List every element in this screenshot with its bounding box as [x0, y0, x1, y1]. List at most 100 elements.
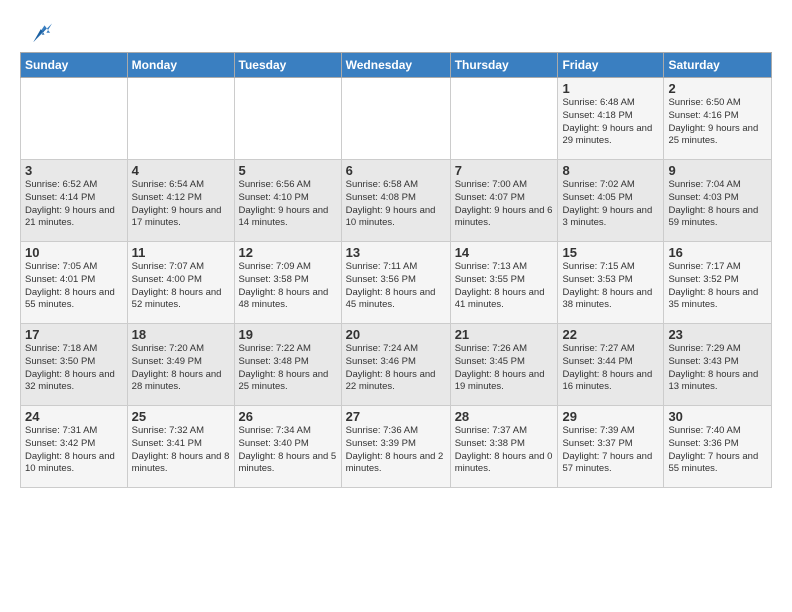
calendar-cell: 10Sunrise: 7:05 AMSunset: 4:01 PMDayligh… — [21, 242, 128, 324]
calendar-cell — [127, 78, 234, 160]
day-number: 11 — [132, 245, 230, 260]
calendar-table: SundayMondayTuesdayWednesdayThursdayFrid… — [20, 52, 772, 488]
day-info: Sunrise: 7:36 AMSunset: 3:39 PMDaylight:… — [346, 425, 446, 476]
day-info: Sunrise: 6:50 AMSunset: 4:16 PMDaylight:… — [668, 97, 767, 148]
calendar-cell: 13Sunrise: 7:11 AMSunset: 3:56 PMDayligh… — [341, 242, 450, 324]
calendar-cell: 30Sunrise: 7:40 AMSunset: 3:36 PMDayligh… — [664, 406, 772, 488]
day-info: Sunrise: 6:54 AMSunset: 4:12 PMDaylight:… — [132, 179, 230, 230]
calendar-cell: 12Sunrise: 7:09 AMSunset: 3:58 PMDayligh… — [234, 242, 341, 324]
header-day-thursday: Thursday — [450, 53, 558, 78]
calendar-cell: 6Sunrise: 6:58 AMSunset: 4:08 PMDaylight… — [341, 160, 450, 242]
calendar-cell: 24Sunrise: 7:31 AMSunset: 3:42 PMDayligh… — [21, 406, 128, 488]
day-info: Sunrise: 7:37 AMSunset: 3:38 PMDaylight:… — [455, 425, 554, 476]
calendar-header-row: SundayMondayTuesdayWednesdayThursdayFrid… — [21, 53, 772, 78]
day-info: Sunrise: 7:24 AMSunset: 3:46 PMDaylight:… — [346, 343, 446, 394]
header-day-friday: Friday — [558, 53, 664, 78]
day-info: Sunrise: 7:13 AMSunset: 3:55 PMDaylight:… — [455, 261, 554, 312]
day-number: 8 — [562, 163, 659, 178]
day-number: 13 — [346, 245, 446, 260]
day-info: Sunrise: 7:04 AMSunset: 4:03 PMDaylight:… — [668, 179, 767, 230]
day-number: 20 — [346, 327, 446, 342]
day-number: 7 — [455, 163, 554, 178]
day-number: 10 — [25, 245, 123, 260]
day-info: Sunrise: 7:17 AMSunset: 3:52 PMDaylight:… — [668, 261, 767, 312]
day-number: 21 — [455, 327, 554, 342]
day-info: Sunrise: 7:40 AMSunset: 3:36 PMDaylight:… — [668, 425, 767, 476]
day-number: 30 — [668, 409, 767, 424]
calendar-cell: 19Sunrise: 7:22 AMSunset: 3:48 PMDayligh… — [234, 324, 341, 406]
day-number: 2 — [668, 81, 767, 96]
day-info: Sunrise: 7:18 AMSunset: 3:50 PMDaylight:… — [25, 343, 123, 394]
day-number: 9 — [668, 163, 767, 178]
day-info: Sunrise: 7:15 AMSunset: 3:53 PMDaylight:… — [562, 261, 659, 312]
header — [20, 16, 772, 44]
header-day-wednesday: Wednesday — [341, 53, 450, 78]
calendar-cell: 22Sunrise: 7:27 AMSunset: 3:44 PMDayligh… — [558, 324, 664, 406]
day-number: 4 — [132, 163, 230, 178]
calendar-cell: 11Sunrise: 7:07 AMSunset: 4:00 PMDayligh… — [127, 242, 234, 324]
day-number: 29 — [562, 409, 659, 424]
calendar-week-5: 24Sunrise: 7:31 AMSunset: 3:42 PMDayligh… — [21, 406, 772, 488]
day-number: 24 — [25, 409, 123, 424]
calendar-cell: 27Sunrise: 7:36 AMSunset: 3:39 PMDayligh… — [341, 406, 450, 488]
day-info: Sunrise: 7:29 AMSunset: 3:43 PMDaylight:… — [668, 343, 767, 394]
calendar-cell: 9Sunrise: 7:04 AMSunset: 4:03 PMDaylight… — [664, 160, 772, 242]
calendar-week-4: 17Sunrise: 7:18 AMSunset: 3:50 PMDayligh… — [21, 324, 772, 406]
day-info: Sunrise: 7:07 AMSunset: 4:00 PMDaylight:… — [132, 261, 230, 312]
day-number: 16 — [668, 245, 767, 260]
calendar-cell — [21, 78, 128, 160]
calendar-cell: 5Sunrise: 6:56 AMSunset: 4:10 PMDaylight… — [234, 160, 341, 242]
day-info: Sunrise: 7:05 AMSunset: 4:01 PMDaylight:… — [25, 261, 123, 312]
day-info: Sunrise: 7:09 AMSunset: 3:58 PMDaylight:… — [239, 261, 337, 312]
header-day-monday: Monday — [127, 53, 234, 78]
day-number: 26 — [239, 409, 337, 424]
day-number: 25 — [132, 409, 230, 424]
calendar-week-3: 10Sunrise: 7:05 AMSunset: 4:01 PMDayligh… — [21, 242, 772, 324]
day-info: Sunrise: 7:31 AMSunset: 3:42 PMDaylight:… — [25, 425, 123, 476]
calendar-cell: 7Sunrise: 7:00 AMSunset: 4:07 PMDaylight… — [450, 160, 558, 242]
day-number: 27 — [346, 409, 446, 424]
calendar-cell: 16Sunrise: 7:17 AMSunset: 3:52 PMDayligh… — [664, 242, 772, 324]
calendar-cell: 21Sunrise: 7:26 AMSunset: 3:45 PMDayligh… — [450, 324, 558, 406]
calendar-cell: 20Sunrise: 7:24 AMSunset: 3:46 PMDayligh… — [341, 324, 450, 406]
day-info: Sunrise: 7:34 AMSunset: 3:40 PMDaylight:… — [239, 425, 337, 476]
day-info: Sunrise: 7:27 AMSunset: 3:44 PMDaylight:… — [562, 343, 659, 394]
calendar-cell: 29Sunrise: 7:39 AMSunset: 3:37 PMDayligh… — [558, 406, 664, 488]
calendar-cell — [341, 78, 450, 160]
calendar-week-2: 3Sunrise: 6:52 AMSunset: 4:14 PMDaylight… — [21, 160, 772, 242]
logo-icon — [24, 16, 52, 44]
day-info: Sunrise: 7:11 AMSunset: 3:56 PMDaylight:… — [346, 261, 446, 312]
calendar-cell: 3Sunrise: 6:52 AMSunset: 4:14 PMDaylight… — [21, 160, 128, 242]
header-day-sunday: Sunday — [21, 53, 128, 78]
day-info: Sunrise: 7:02 AMSunset: 4:05 PMDaylight:… — [562, 179, 659, 230]
day-info: Sunrise: 7:39 AMSunset: 3:37 PMDaylight:… — [562, 425, 659, 476]
day-number: 18 — [132, 327, 230, 342]
calendar-cell — [234, 78, 341, 160]
day-number: 28 — [455, 409, 554, 424]
day-number: 3 — [25, 163, 123, 178]
calendar-cell: 2Sunrise: 6:50 AMSunset: 4:16 PMDaylight… — [664, 78, 772, 160]
header-day-saturday: Saturday — [664, 53, 772, 78]
day-info: Sunrise: 7:22 AMSunset: 3:48 PMDaylight:… — [239, 343, 337, 394]
day-info: Sunrise: 7:26 AMSunset: 3:45 PMDaylight:… — [455, 343, 554, 394]
day-number: 19 — [239, 327, 337, 342]
day-info: Sunrise: 6:56 AMSunset: 4:10 PMDaylight:… — [239, 179, 337, 230]
day-info: Sunrise: 7:20 AMSunset: 3:49 PMDaylight:… — [132, 343, 230, 394]
day-number: 17 — [25, 327, 123, 342]
day-number: 12 — [239, 245, 337, 260]
calendar-cell — [450, 78, 558, 160]
logo — [20, 16, 52, 44]
calendar-cell: 25Sunrise: 7:32 AMSunset: 3:41 PMDayligh… — [127, 406, 234, 488]
header-day-tuesday: Tuesday — [234, 53, 341, 78]
calendar-cell: 15Sunrise: 7:15 AMSunset: 3:53 PMDayligh… — [558, 242, 664, 324]
calendar-cell: 1Sunrise: 6:48 AMSunset: 4:18 PMDaylight… — [558, 78, 664, 160]
day-number: 14 — [455, 245, 554, 260]
calendar-cell: 28Sunrise: 7:37 AMSunset: 3:38 PMDayligh… — [450, 406, 558, 488]
day-number: 5 — [239, 163, 337, 178]
day-info: Sunrise: 6:52 AMSunset: 4:14 PMDaylight:… — [25, 179, 123, 230]
calendar-cell: 26Sunrise: 7:34 AMSunset: 3:40 PMDayligh… — [234, 406, 341, 488]
day-number: 15 — [562, 245, 659, 260]
calendar-cell: 17Sunrise: 7:18 AMSunset: 3:50 PMDayligh… — [21, 324, 128, 406]
day-info: Sunrise: 6:58 AMSunset: 4:08 PMDaylight:… — [346, 179, 446, 230]
calendar-week-1: 1Sunrise: 6:48 AMSunset: 4:18 PMDaylight… — [21, 78, 772, 160]
